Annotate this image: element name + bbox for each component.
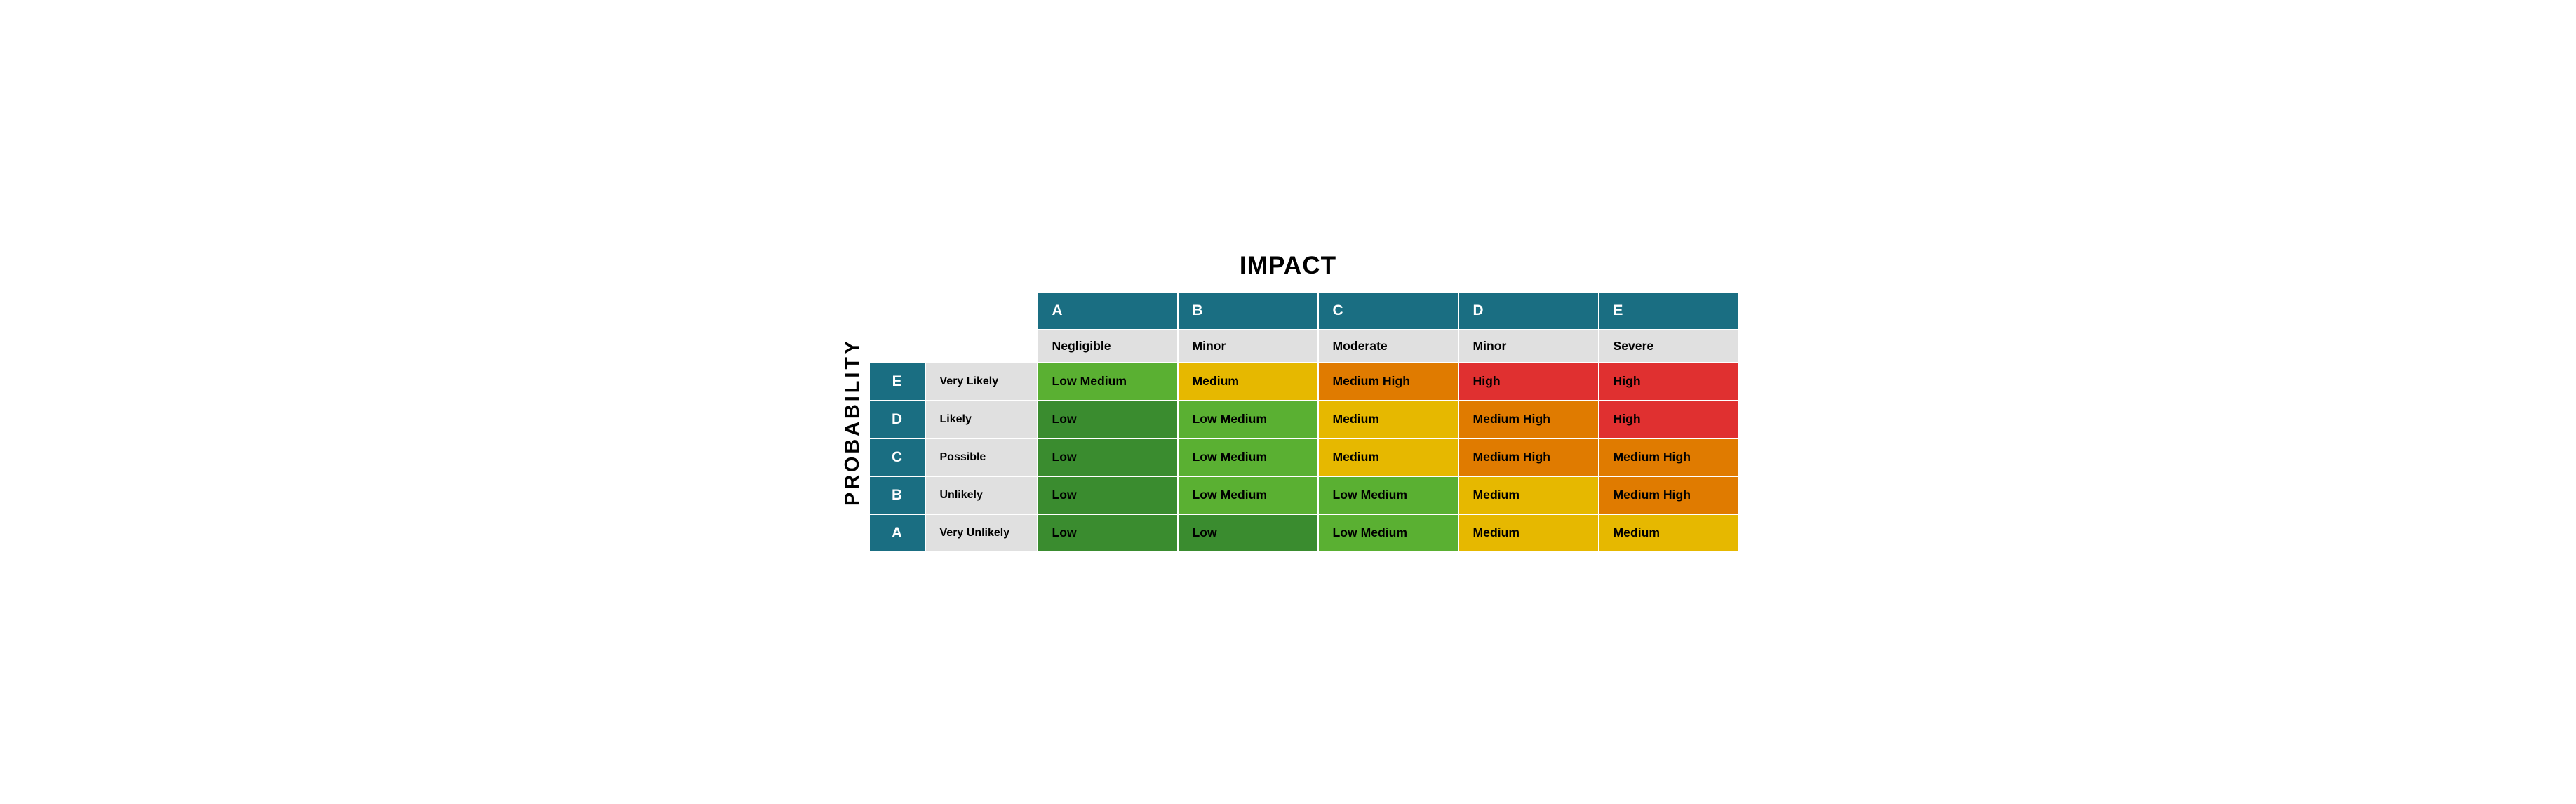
risk-cell-C-3: Medium High <box>1458 438 1599 476</box>
subheader-corner <box>869 330 1038 363</box>
row-desc-D: Likely <box>925 401 1038 438</box>
risk-cell-E-2: Medium High <box>1318 363 1458 401</box>
risk-cell-A-0: Low <box>1038 514 1178 552</box>
row-letter-A: A <box>869 514 925 552</box>
risk-cell-D-0: Low <box>1038 401 1178 438</box>
risk-cell-D-4: High <box>1599 401 1739 438</box>
risk-cell-D-3: Medium High <box>1458 401 1599 438</box>
risk-matrix-table: ABCDENegligibleMinorModerateMinorSevereE… <box>868 291 1740 553</box>
col-subheader-3: Minor <box>1458 330 1599 363</box>
risk-cell-E-4: High <box>1599 363 1739 401</box>
row-desc-B: Unlikely <box>925 476 1038 514</box>
row-desc-E: Very Likely <box>925 363 1038 401</box>
risk-cell-A-2: Low Medium <box>1318 514 1458 552</box>
risk-cell-D-1: Low Medium <box>1178 401 1318 438</box>
main-layout: PROBABILITY ABCDENegligibleMinorModerate… <box>837 291 1740 553</box>
col-subheader-0: Negligible <box>1038 330 1178 363</box>
risk-cell-A-3: Medium <box>1458 514 1599 552</box>
row-desc-C: Possible <box>925 438 1038 476</box>
col-header-E: E <box>1599 292 1739 330</box>
row-letter-E: E <box>869 363 925 401</box>
col-subheader-2: Moderate <box>1318 330 1458 363</box>
risk-cell-C-4: Medium High <box>1599 438 1739 476</box>
risk-cell-B-4: Medium High <box>1599 476 1739 514</box>
risk-cell-D-2: Medium <box>1318 401 1458 438</box>
risk-cell-B-3: Medium <box>1458 476 1599 514</box>
col-header-B: B <box>1178 292 1318 330</box>
corner-spacer <box>869 292 1038 330</box>
risk-cell-E-3: High <box>1458 363 1599 401</box>
row-desc-A: Very Unlikely <box>925 514 1038 552</box>
outer-wrapper: IMPACT PROBABILITY ABCDENegligibleMinorM… <box>837 252 1740 553</box>
col-header-A: A <box>1038 292 1178 330</box>
table-container: ABCDENegligibleMinorModerateMinorSevereE… <box>868 291 1740 553</box>
risk-cell-B-2: Low Medium <box>1318 476 1458 514</box>
impact-title: IMPACT <box>1240 252 1336 280</box>
row-letter-C: C <box>869 438 925 476</box>
risk-cell-A-4: Medium <box>1599 514 1739 552</box>
col-header-C: C <box>1318 292 1458 330</box>
risk-cell-E-0: Low Medium <box>1038 363 1178 401</box>
probability-label: PROBABILITY <box>837 291 868 553</box>
risk-cell-B-1: Low Medium <box>1178 476 1318 514</box>
risk-cell-C-2: Medium <box>1318 438 1458 476</box>
risk-cell-C-0: Low <box>1038 438 1178 476</box>
col-subheader-4: Severe <box>1599 330 1739 363</box>
risk-cell-B-0: Low <box>1038 476 1178 514</box>
risk-cell-A-1: Low <box>1178 514 1318 552</box>
risk-cell-C-1: Low Medium <box>1178 438 1318 476</box>
risk-cell-E-1: Medium <box>1178 363 1318 401</box>
col-header-D: D <box>1458 292 1599 330</box>
row-letter-D: D <box>869 401 925 438</box>
col-subheader-1: Minor <box>1178 330 1318 363</box>
row-letter-B: B <box>869 476 925 514</box>
